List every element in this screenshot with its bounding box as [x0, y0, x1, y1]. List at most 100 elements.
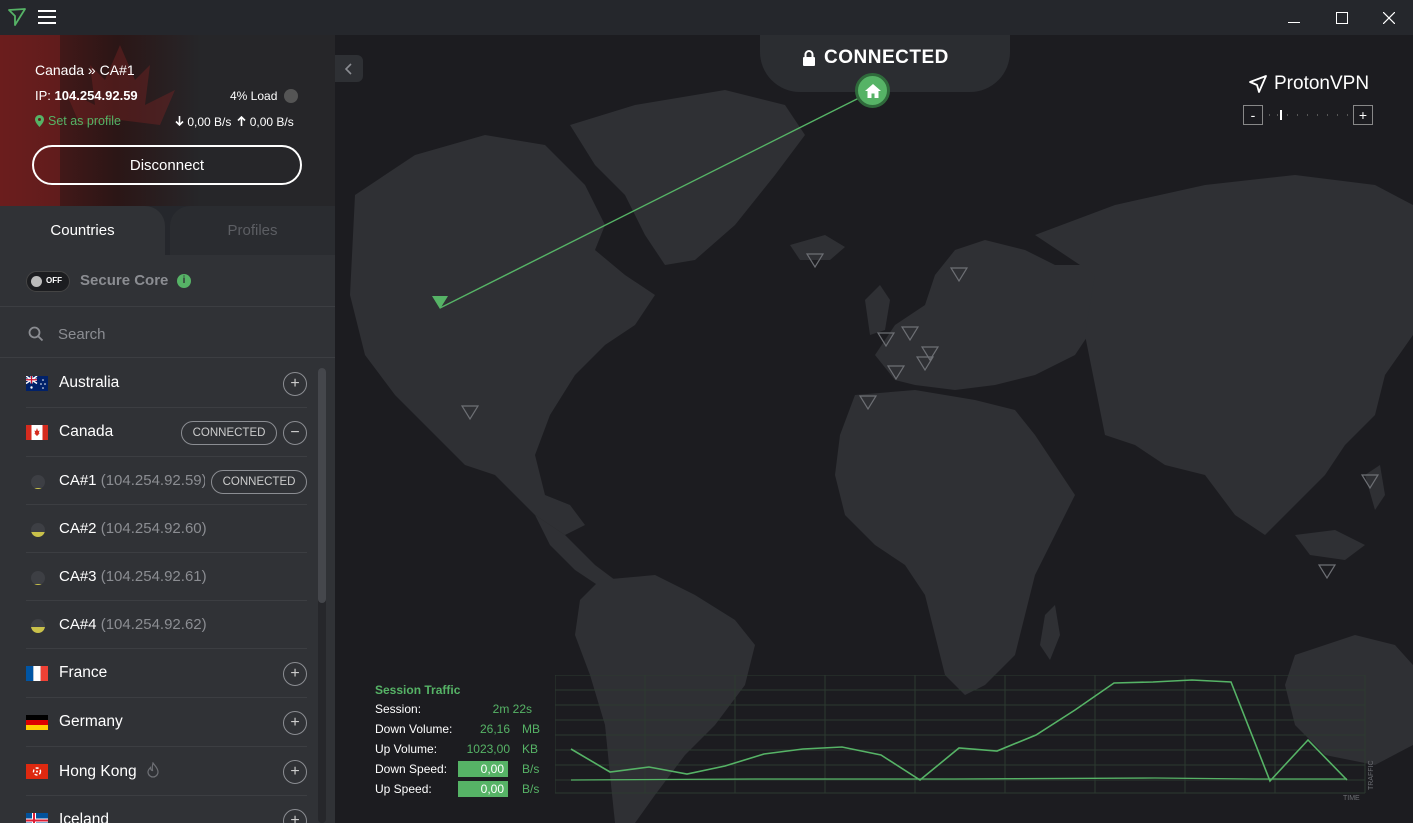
down-volume-value: 26,16 — [479, 722, 510, 736]
up-speed-label: Up Speed: — [375, 782, 432, 796]
title-bar — [0, 0, 1413, 35]
up-volume-unit: KB — [522, 742, 539, 756]
tab-bar: Countries Profiles — [0, 206, 335, 255]
country-name-text: Hong Kong — [59, 763, 137, 780]
connection-status-text: CONNECTED — [824, 47, 949, 68]
home-icon — [864, 83, 881, 98]
session-value: 2m 22s — [492, 702, 532, 716]
country-name: Australia — [59, 374, 120, 391]
down-volume-unit: MB — [522, 722, 540, 736]
collapse-sidebar-button[interactable] — [335, 55, 363, 82]
upload-speed: 0,00 B/s — [237, 115, 294, 129]
info-icon[interactable]: i — [177, 274, 191, 288]
down-volume-row: Down Volume: 26,16 MB — [375, 720, 540, 738]
collapse-button[interactable]: − — [283, 421, 307, 445]
traffic-graph-grid — [555, 675, 1366, 794]
protonvpn-logo-icon — [1249, 75, 1267, 93]
down-speed-unit: B/s — [522, 762, 540, 776]
download-traffic-line — [570, 679, 1348, 783]
expand-button[interactable]: + — [283, 809, 307, 823]
iceland-flag-icon — [26, 813, 48, 823]
list-item-canada[interactable]: Canada CONNECTED − — [26, 408, 307, 457]
list-item-australia[interactable]: Australia + — [26, 359, 307, 408]
secure-core-label: Secure Core — [80, 272, 169, 289]
server-row-ca1[interactable]: CA#1 (104.254.92.59) CONNECTED — [26, 457, 307, 505]
toggle-label: OFF — [46, 276, 62, 285]
server-name: CA#3 — [59, 568, 97, 585]
server-label: CA#2 (104.254.92.60) — [59, 520, 259, 537]
canada-flag-icon — [26, 425, 48, 440]
server-name: CA#1 — [59, 472, 97, 489]
list-item-france[interactable]: France + — [26, 649, 307, 698]
minimize-icon — [1288, 21, 1300, 23]
hong-kong-flag-icon — [26, 764, 48, 779]
ip-label: IP: — [35, 88, 51, 103]
scrollbar-thumb[interactable] — [318, 368, 326, 603]
search-input[interactable] — [58, 320, 308, 348]
server-label: CA#3 (104.254.92.61) — [59, 568, 259, 585]
zoom-out-button[interactable]: - — [1243, 105, 1263, 125]
zoom-slider-thumb[interactable] — [1280, 110, 1282, 120]
server-row-ca2[interactable]: CA#2 (104.254.92.60) — [26, 505, 307, 553]
sidebar: Canada » CA#1 IP: 104.254.92.59 4% Load … — [0, 35, 335, 823]
up-speed-value: 0,00 — [458, 781, 508, 797]
download-speed-value: 0,00 B/s — [187, 115, 232, 129]
secure-core-row: OFF Secure Core i — [0, 255, 335, 307]
minimize-button[interactable] — [1271, 0, 1317, 35]
down-speed-value: 0,00 — [458, 761, 508, 777]
country-list: Australia + Canada CONNECTED − CA#1 (104… — [0, 359, 315, 823]
australia-flag-icon — [26, 376, 48, 391]
home-location-pin[interactable] — [855, 73, 890, 108]
session-label: Session: — [375, 702, 422, 716]
server-name: CA#4 — [59, 616, 97, 633]
country-name: Iceland — [59, 811, 109, 823]
load-fill — [31, 584, 45, 585]
expand-button[interactable]: + — [283, 662, 307, 686]
server-row-ca4[interactable]: CA#4 (104.254.92.62) — [26, 601, 307, 649]
download-speed: 0,00 B/s — [175, 115, 231, 129]
list-item-hong-kong[interactable]: Hong Kong + — [26, 747, 307, 796]
list-item-iceland[interactable]: Iceland + — [26, 796, 307, 823]
tab-countries[interactable]: Countries — [0, 206, 165, 255]
tab-profiles[interactable]: Profiles — [170, 206, 335, 255]
server-label: CA#4 (104.254.92.62) — [59, 616, 259, 633]
secure-core-toggle[interactable]: OFF — [26, 271, 70, 292]
hamburger-menu-icon[interactable] — [38, 8, 58, 26]
server-row-ca3[interactable]: CA#3 (104.254.92.61) — [26, 553, 307, 601]
lock-icon — [803, 50, 815, 66]
set-as-profile-link[interactable]: Set as profile — [35, 114, 121, 128]
load-fill — [31, 627, 45, 633]
expand-button[interactable]: + — [283, 760, 307, 784]
zoom-in-button[interactable]: + — [1353, 105, 1373, 125]
server-name: Canada » CA#1 — [35, 62, 135, 78]
connected-badge[interactable]: CONNECTED — [211, 470, 307, 494]
country-name: France — [59, 664, 108, 681]
server-ip: (104.254.92.59) — [100, 472, 205, 489]
up-volume-value: 1023,00 — [466, 742, 510, 756]
search-icon — [28, 326, 44, 342]
server-ip: (104.254.92.61) — [100, 568, 207, 585]
maximize-button[interactable] — [1319, 0, 1365, 35]
close-button[interactable] — [1366, 0, 1412, 35]
server-ip: IP: 104.254.92.59 — [35, 88, 138, 103]
load-fill — [31, 488, 45, 489]
list-scrollbar[interactable] — [318, 368, 326, 823]
arrow-up-icon — [237, 115, 246, 126]
graph-y-axis-label: TRAFFIC — [1368, 760, 1375, 790]
expand-button[interactable]: + — [283, 711, 307, 735]
connection-status: CONNECTED — [802, 47, 949, 69]
up-speed-unit: B/s — [522, 782, 540, 796]
server-load-icon — [31, 523, 45, 537]
world-map[interactable]: CONNECTED ProtonVPN - + Session Traffic … — [335, 35, 1413, 823]
session-traffic-title: Session Traffic — [375, 683, 461, 697]
connection-speeds: 0,00 B/s 0,00 B/s — [175, 115, 294, 129]
disconnect-button[interactable]: Disconnect — [32, 145, 302, 185]
list-item-germany[interactable]: Germany + — [26, 698, 307, 747]
zoom-control: - + — [1243, 105, 1375, 125]
expand-button[interactable]: + — [283, 372, 307, 396]
ip-value: 104.254.92.59 — [54, 88, 138, 103]
connection-panel: Canada » CA#1 IP: 104.254.92.59 4% Load … — [0, 35, 335, 206]
server-load-icon — [31, 571, 45, 585]
server-load-icon — [31, 619, 45, 633]
zoom-slider[interactable] — [1267, 109, 1351, 121]
